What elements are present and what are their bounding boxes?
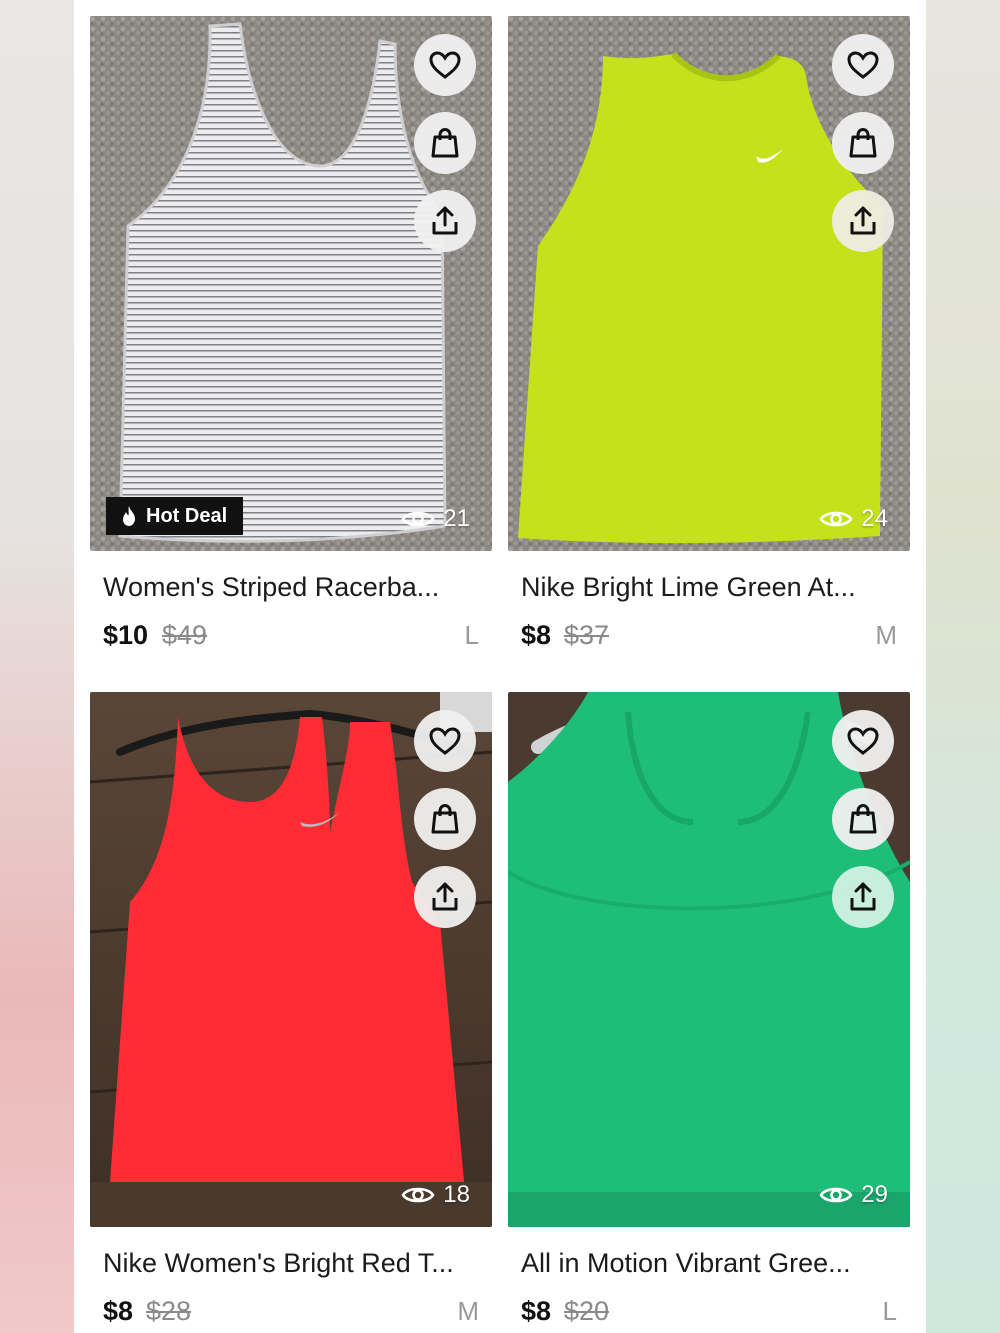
listing-price: $8 — [103, 1296, 134, 1326]
like-button[interactable] — [832, 710, 894, 772]
heart-icon — [847, 51, 879, 79]
listing-size: M — [457, 1296, 479, 1326]
like-button[interactable] — [414, 34, 476, 96]
share-icon — [850, 206, 876, 235]
shopping-bag-icon — [849, 803, 877, 834]
listing-size: L — [882, 1296, 897, 1326]
add-to-bag-button[interactable] — [832, 112, 894, 174]
eye-icon — [819, 511, 853, 527]
like-button[interactable] — [414, 710, 476, 772]
share-icon — [850, 882, 876, 911]
view-count: 29 — [819, 1181, 888, 1209]
original-price: $28 — [146, 1296, 192, 1326]
hot-deal-badge: Hot Deal — [106, 497, 244, 535]
flame-icon — [123, 506, 135, 526]
listing-price: $10 — [103, 620, 149, 650]
heart-icon — [429, 51, 461, 79]
listing-photo[interactable]: 24 — [508, 16, 910, 551]
listing-size: M — [875, 620, 897, 650]
green-tank-photo — [508, 692, 910, 1227]
share-button[interactable] — [832, 190, 894, 252]
view-count: 18 — [401, 1181, 470, 1209]
like-button[interactable] — [832, 34, 894, 96]
original-price: $37 — [564, 620, 610, 650]
listing-grid: Hot Deal 21 Women's Striped Racerba... $… — [74, 0, 926, 1333]
lime-tank-photo — [508, 16, 910, 551]
listing-title[interactable]: Women's Striped Racerba... — [103, 572, 483, 603]
add-to-bag-button[interactable] — [414, 112, 476, 174]
original-price: $49 — [162, 620, 208, 650]
view-count: 24 — [819, 505, 888, 533]
listing-photo[interactable]: 29 — [508, 692, 910, 1227]
shopping-bag-icon — [431, 127, 459, 158]
listing-title[interactable]: All in Motion Vibrant Gree... — [521, 1248, 901, 1279]
view-count-value: 24 — [861, 505, 888, 532]
listing-price: $8 — [521, 1296, 552, 1326]
share-icon — [432, 882, 458, 911]
right-backdrop — [926, 0, 1000, 1333]
share-button[interactable] — [414, 190, 476, 252]
heart-icon — [429, 727, 461, 755]
listing-title[interactable]: Nike Bright Lime Green At... — [521, 572, 901, 603]
view-count-value: 18 — [443, 1181, 470, 1208]
striped-tank-photo — [90, 16, 492, 551]
share-icon — [432, 206, 458, 235]
add-to-bag-button[interactable] — [414, 788, 476, 850]
view-count: 21 — [401, 505, 470, 533]
listing-photo[interactable]: Hot Deal 21 — [90, 16, 492, 551]
listing-photo[interactable]: 18 — [90, 692, 492, 1227]
share-button[interactable] — [414, 866, 476, 928]
listing-price: $8 — [521, 620, 552, 650]
listing-size: L — [464, 620, 479, 650]
left-backdrop — [0, 0, 74, 1333]
original-price: $20 — [564, 1296, 610, 1326]
view-count-value: 29 — [861, 1181, 888, 1208]
eye-icon — [401, 1187, 435, 1203]
shopping-bag-icon — [849, 127, 877, 158]
badge-label: Hot Deal — [146, 504, 228, 527]
eye-icon — [401, 511, 435, 527]
red-tank-photo — [90, 692, 492, 1227]
view-count-value: 21 — [443, 505, 470, 532]
add-to-bag-button[interactable] — [832, 788, 894, 850]
shopping-bag-icon — [431, 803, 459, 834]
listing-title[interactable]: Nike Women's Bright Red T... — [103, 1248, 483, 1279]
eye-icon — [819, 1187, 853, 1203]
share-button[interactable] — [832, 866, 894, 928]
heart-icon — [847, 727, 879, 755]
